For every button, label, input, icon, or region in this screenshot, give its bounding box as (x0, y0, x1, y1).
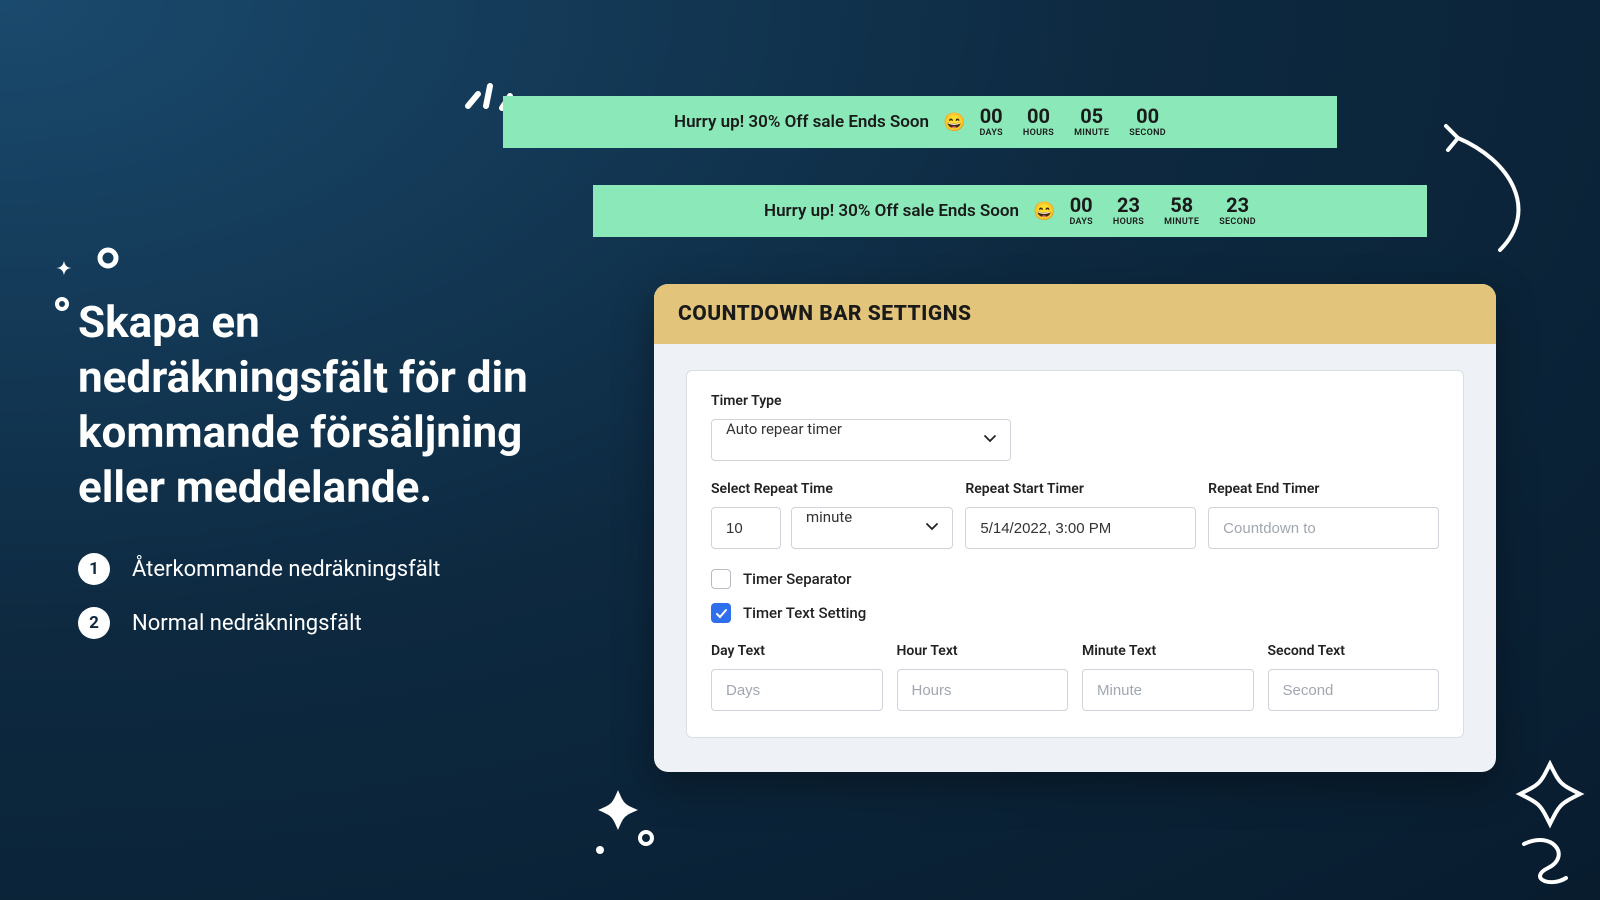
second-label: SECOND (1219, 217, 1256, 227)
repeat-end-label: Repeat End Timer (1208, 481, 1439, 497)
countdown-message: Hurry up! 30% Off sale Ends Soon (674, 112, 929, 132)
timer-text-setting-checkbox[interactable] (711, 603, 731, 623)
hour-text-input[interactable] (897, 669, 1069, 711)
settings-panel: COUNTDOWN BAR SETTIGNS Timer Type Auto r… (654, 284, 1496, 772)
days-value: 00 (1069, 195, 1092, 215)
repeat-time-value[interactable] (712, 508, 780, 548)
hours-value: 23 (1113, 195, 1144, 215)
repeat-start-input[interactable] (965, 507, 1196, 549)
second-label: SECOND (1129, 128, 1166, 138)
emoji-icon: 😄 (1033, 201, 1055, 222)
repeat-time-unit-select[interactable]: minute (791, 507, 953, 549)
marketing-copy: Skapa en nedräkningsfält för din kommand… (78, 295, 548, 661)
repeat-end-value[interactable] (1209, 508, 1438, 548)
repeat-time-label: Select Repeat Time (711, 481, 953, 497)
hours-label: HOURS (1113, 217, 1144, 227)
hours-label: HOURS (1023, 128, 1054, 138)
marketing-headline: Skapa en nedräkningsfält för din kommand… (78, 295, 548, 515)
minute-label: MINUTE (1164, 217, 1199, 227)
repeat-end-input[interactable] (1208, 507, 1439, 549)
feature-item: 1 Återkommande nedräkningsfält (78, 553, 548, 585)
timer-type-value: Auto repear timer (712, 420, 1010, 460)
days-label: DAYS (979, 128, 1002, 138)
hour-text-label: Hour Text (897, 643, 1069, 659)
second-value: 00 (1129, 106, 1166, 126)
settings-title: COUNTDOWN BAR SETTIGNS (654, 284, 1496, 344)
minute-value: 05 (1074, 106, 1109, 126)
timer-type-label: Timer Type (711, 393, 1439, 409)
minute-label: MINUTE (1074, 128, 1109, 138)
second-text-label: Second Text (1268, 643, 1440, 659)
feature-item: 2 Normal nedräkningsfält (78, 607, 548, 639)
feature-text: Normal nedräkningsfält (132, 611, 362, 636)
minute-text-label: Minute Text (1082, 643, 1254, 659)
feature-badge: 2 (78, 607, 110, 639)
repeat-start-value[interactable] (966, 508, 1195, 548)
second-value: 23 (1219, 195, 1256, 215)
feature-badge: 1 (78, 553, 110, 585)
repeat-start-label: Repeat Start Timer (965, 481, 1196, 497)
timer-text-setting-label: Timer Text Setting (743, 604, 866, 622)
countdown-bar-preview-2: Hurry up! 30% Off sale Ends Soon 😄 00 DAY… (593, 185, 1427, 237)
timer-separator-label: Timer Separator (743, 570, 852, 588)
minute-value: 58 (1164, 195, 1199, 215)
countdown-message: Hurry up! 30% Off sale Ends Soon (764, 201, 1019, 221)
settings-card: Timer Type Auto repear timer Select Repe… (686, 370, 1464, 738)
timer-group: 00 DAYS 00 HOURS 05 MINUTE 00 SECOND (979, 106, 1165, 138)
minute-text-input[interactable] (1082, 669, 1254, 711)
second-text-input[interactable] (1268, 669, 1440, 711)
days-label: DAYS (1069, 217, 1092, 227)
emoji-icon: 😄 (943, 112, 965, 133)
day-text-label: Day Text (711, 643, 883, 659)
timer-type-select[interactable]: Auto repear timer (711, 419, 1011, 461)
repeat-time-unit: minute (792, 508, 952, 548)
hours-value: 00 (1023, 106, 1054, 126)
day-text-input[interactable] (711, 669, 883, 711)
days-value: 00 (979, 106, 1002, 126)
feature-text: Återkommande nedräkningsfält (132, 557, 440, 582)
countdown-bar-preview-1: Hurry up! 30% Off sale Ends Soon 😄 00 DAY… (503, 96, 1337, 148)
timer-separator-checkbox[interactable] (711, 569, 731, 589)
timer-group: 00 DAYS 23 HOURS 58 MINUTE 23 SECOND (1069, 195, 1255, 227)
repeat-time-input[interactable] (711, 507, 781, 549)
